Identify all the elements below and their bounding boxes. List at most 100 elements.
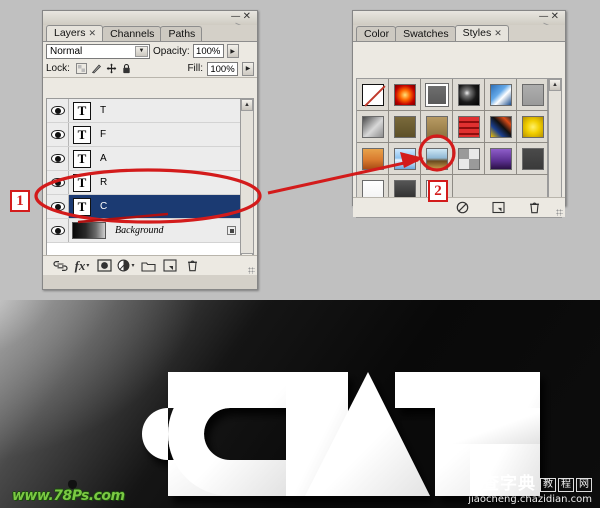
table-row[interactable]: T R	[47, 171, 242, 195]
table-row[interactable]: T F	[47, 123, 242, 147]
watermark-cn-char: 程	[558, 477, 574, 492]
lock-all-icon[interactable]	[121, 63, 132, 74]
scroll-up-icon[interactable]: ▲	[241, 99, 253, 111]
style-swatch-light-blue-gloss[interactable]	[389, 143, 421, 175]
lock-transparent-pixels-icon[interactable]	[75, 63, 87, 74]
style-swatch-noise-texture[interactable]	[453, 143, 485, 175]
table-row-selected[interactable]: T C	[47, 195, 242, 219]
watermark-cn-char: 教	[540, 477, 556, 492]
watermark-cn-row: 查字典 教程网	[468, 476, 592, 493]
style-swatch-yellow-satin[interactable]	[517, 111, 549, 143]
style-swatch-orange-sunset[interactable]	[357, 143, 389, 175]
add-layer-mask-icon[interactable]	[93, 258, 115, 274]
style-swatch-none[interactable]	[357, 79, 389, 111]
tab-styles[interactable]: Styles ✕	[454, 25, 509, 41]
watermark-cn-char: 网	[576, 477, 592, 492]
layer-visibility-toggle[interactable]	[47, 171, 69, 194]
layer-visibility-toggle[interactable]	[47, 123, 69, 146]
add-layer-style-icon[interactable]: fx ▾	[71, 258, 93, 274]
layers-panel-body: Normal ▼ Opacity: 100% ▶ Lock: Fill: 100…	[43, 41, 257, 275]
resize-grip-icon[interactable]	[556, 209, 563, 216]
layer-name: A	[100, 153, 107, 164]
style-swatch-preview	[457, 83, 480, 106]
delete-layer-icon[interactable]	[181, 258, 203, 274]
clear-style-icon[interactable]	[451, 200, 473, 216]
layer-thumbnail: T	[69, 173, 95, 192]
style-swatch-preview	[393, 115, 416, 138]
tab-paths[interactable]: Paths	[160, 26, 203, 41]
tab-styles-label: Styles	[462, 27, 492, 39]
blend-mode-value: Normal	[50, 45, 83, 57]
tab-color[interactable]: Color	[356, 26, 397, 41]
layer-visibility-toggle[interactable]	[47, 195, 69, 218]
layer-name: F	[100, 129, 107, 140]
eye-icon	[50, 178, 65, 187]
layer-name: Background	[115, 225, 164, 236]
style-swatch-red-glow[interactable]	[389, 79, 421, 111]
styles-panel: —✕ Color Swatches Styles✕ ▲ ▼	[352, 10, 566, 218]
tab-layers-label: Layers	[54, 27, 86, 39]
new-adjustment-layer-icon[interactable]: ▾	[115, 258, 137, 274]
lock-position-icon[interactable]	[106, 63, 117, 74]
layer-name: R	[100, 177, 108, 188]
style-swatch-tan-gold[interactable]	[421, 111, 453, 143]
styles-panel-tabs: Color Swatches Styles ✕	[353, 25, 565, 41]
table-row[interactable]: T T	[47, 99, 242, 123]
tab-layers-close-icon[interactable]: ✕	[89, 28, 97, 38]
styles-panel-titlebar[interactable]: —✕	[353, 11, 565, 25]
background-thumbnail-icon	[72, 222, 106, 239]
tab-color-label: Color	[364, 28, 390, 40]
opacity-stepper-icon[interactable]: ▶	[226, 44, 239, 58]
style-swatch-red-stripes[interactable]	[453, 111, 485, 143]
lock-image-pixels-icon[interactable]	[91, 63, 102, 74]
layer-visibility-toggle[interactable]	[47, 219, 69, 242]
layers-panel-titlebar[interactable]: —✕	[43, 11, 257, 25]
fill-stepper-icon[interactable]: ▶	[242, 61, 254, 76]
fill-input[interactable]: 100%	[207, 61, 238, 76]
layer-visibility-toggle[interactable]	[47, 99, 69, 122]
style-swatch-preview	[489, 115, 512, 138]
annotation-step-2: 2	[428, 180, 448, 202]
tab-channels[interactable]: Channels	[102, 26, 162, 41]
scroll-up-icon[interactable]: ▲	[549, 79, 561, 91]
link-layers-icon[interactable]	[49, 258, 71, 274]
tab-styles-close-icon[interactable]: ✕	[494, 28, 502, 38]
table-row[interactable]: Background	[47, 219, 242, 243]
minimize-icon[interactable]: —	[539, 11, 551, 22]
table-row[interactable]: T A	[47, 147, 242, 171]
minimize-icon[interactable]: —	[231, 11, 243, 22]
style-swatch-dark-swirl[interactable]	[453, 79, 485, 111]
new-group-icon[interactable]	[137, 258, 159, 274]
chevron-down-icon[interactable]: ▼	[135, 45, 148, 57]
layer-visibility-toggle[interactable]	[47, 147, 69, 170]
style-swatch-horizon[interactable]	[421, 143, 453, 175]
layer-thumbnail: T	[69, 197, 95, 216]
delete-style-icon[interactable]	[523, 200, 545, 216]
eye-icon	[50, 154, 65, 163]
style-swatch-charcoal[interactable]	[517, 143, 549, 175]
style-swatch-blue-sky[interactable]	[485, 79, 517, 111]
close-icon[interactable]: ✕	[551, 11, 561, 22]
style-swatch-preview	[521, 115, 544, 138]
blend-mode-select[interactable]: Normal ▼	[46, 43, 150, 59]
new-layer-icon[interactable]	[159, 258, 181, 274]
tab-layers[interactable]: Layers ✕	[46, 25, 104, 41]
layer-list[interactable]: T T T F T A T R T C Background	[46, 98, 242, 266]
style-swatch-preview	[457, 147, 480, 170]
style-swatch-gray-button[interactable]	[421, 79, 453, 111]
new-style-icon[interactable]	[487, 200, 509, 216]
text-layer-icon: T	[73, 125, 91, 144]
style-swatch-flat-gray[interactable]	[517, 79, 549, 111]
opacity-input[interactable]: 100%	[192, 44, 224, 58]
style-swatch-olive-brown[interactable]	[389, 111, 421, 143]
lock-row: Lock: Fill: 100% ▶	[43, 60, 257, 78]
style-swatch-purple-block[interactable]	[485, 143, 517, 175]
close-icon[interactable]: ✕	[243, 11, 253, 22]
layer-list-scrollbar[interactable]: ▲ ▼	[240, 98, 254, 266]
style-swatch-abstract-art[interactable]	[485, 111, 517, 143]
tab-swatches[interactable]: Swatches	[395, 26, 456, 41]
resize-grip-icon[interactable]	[248, 267, 255, 274]
style-swatch-gray-fade[interactable]	[357, 111, 389, 143]
tab-paths-label: Paths	[168, 28, 196, 40]
layer-name: C	[100, 201, 108, 212]
